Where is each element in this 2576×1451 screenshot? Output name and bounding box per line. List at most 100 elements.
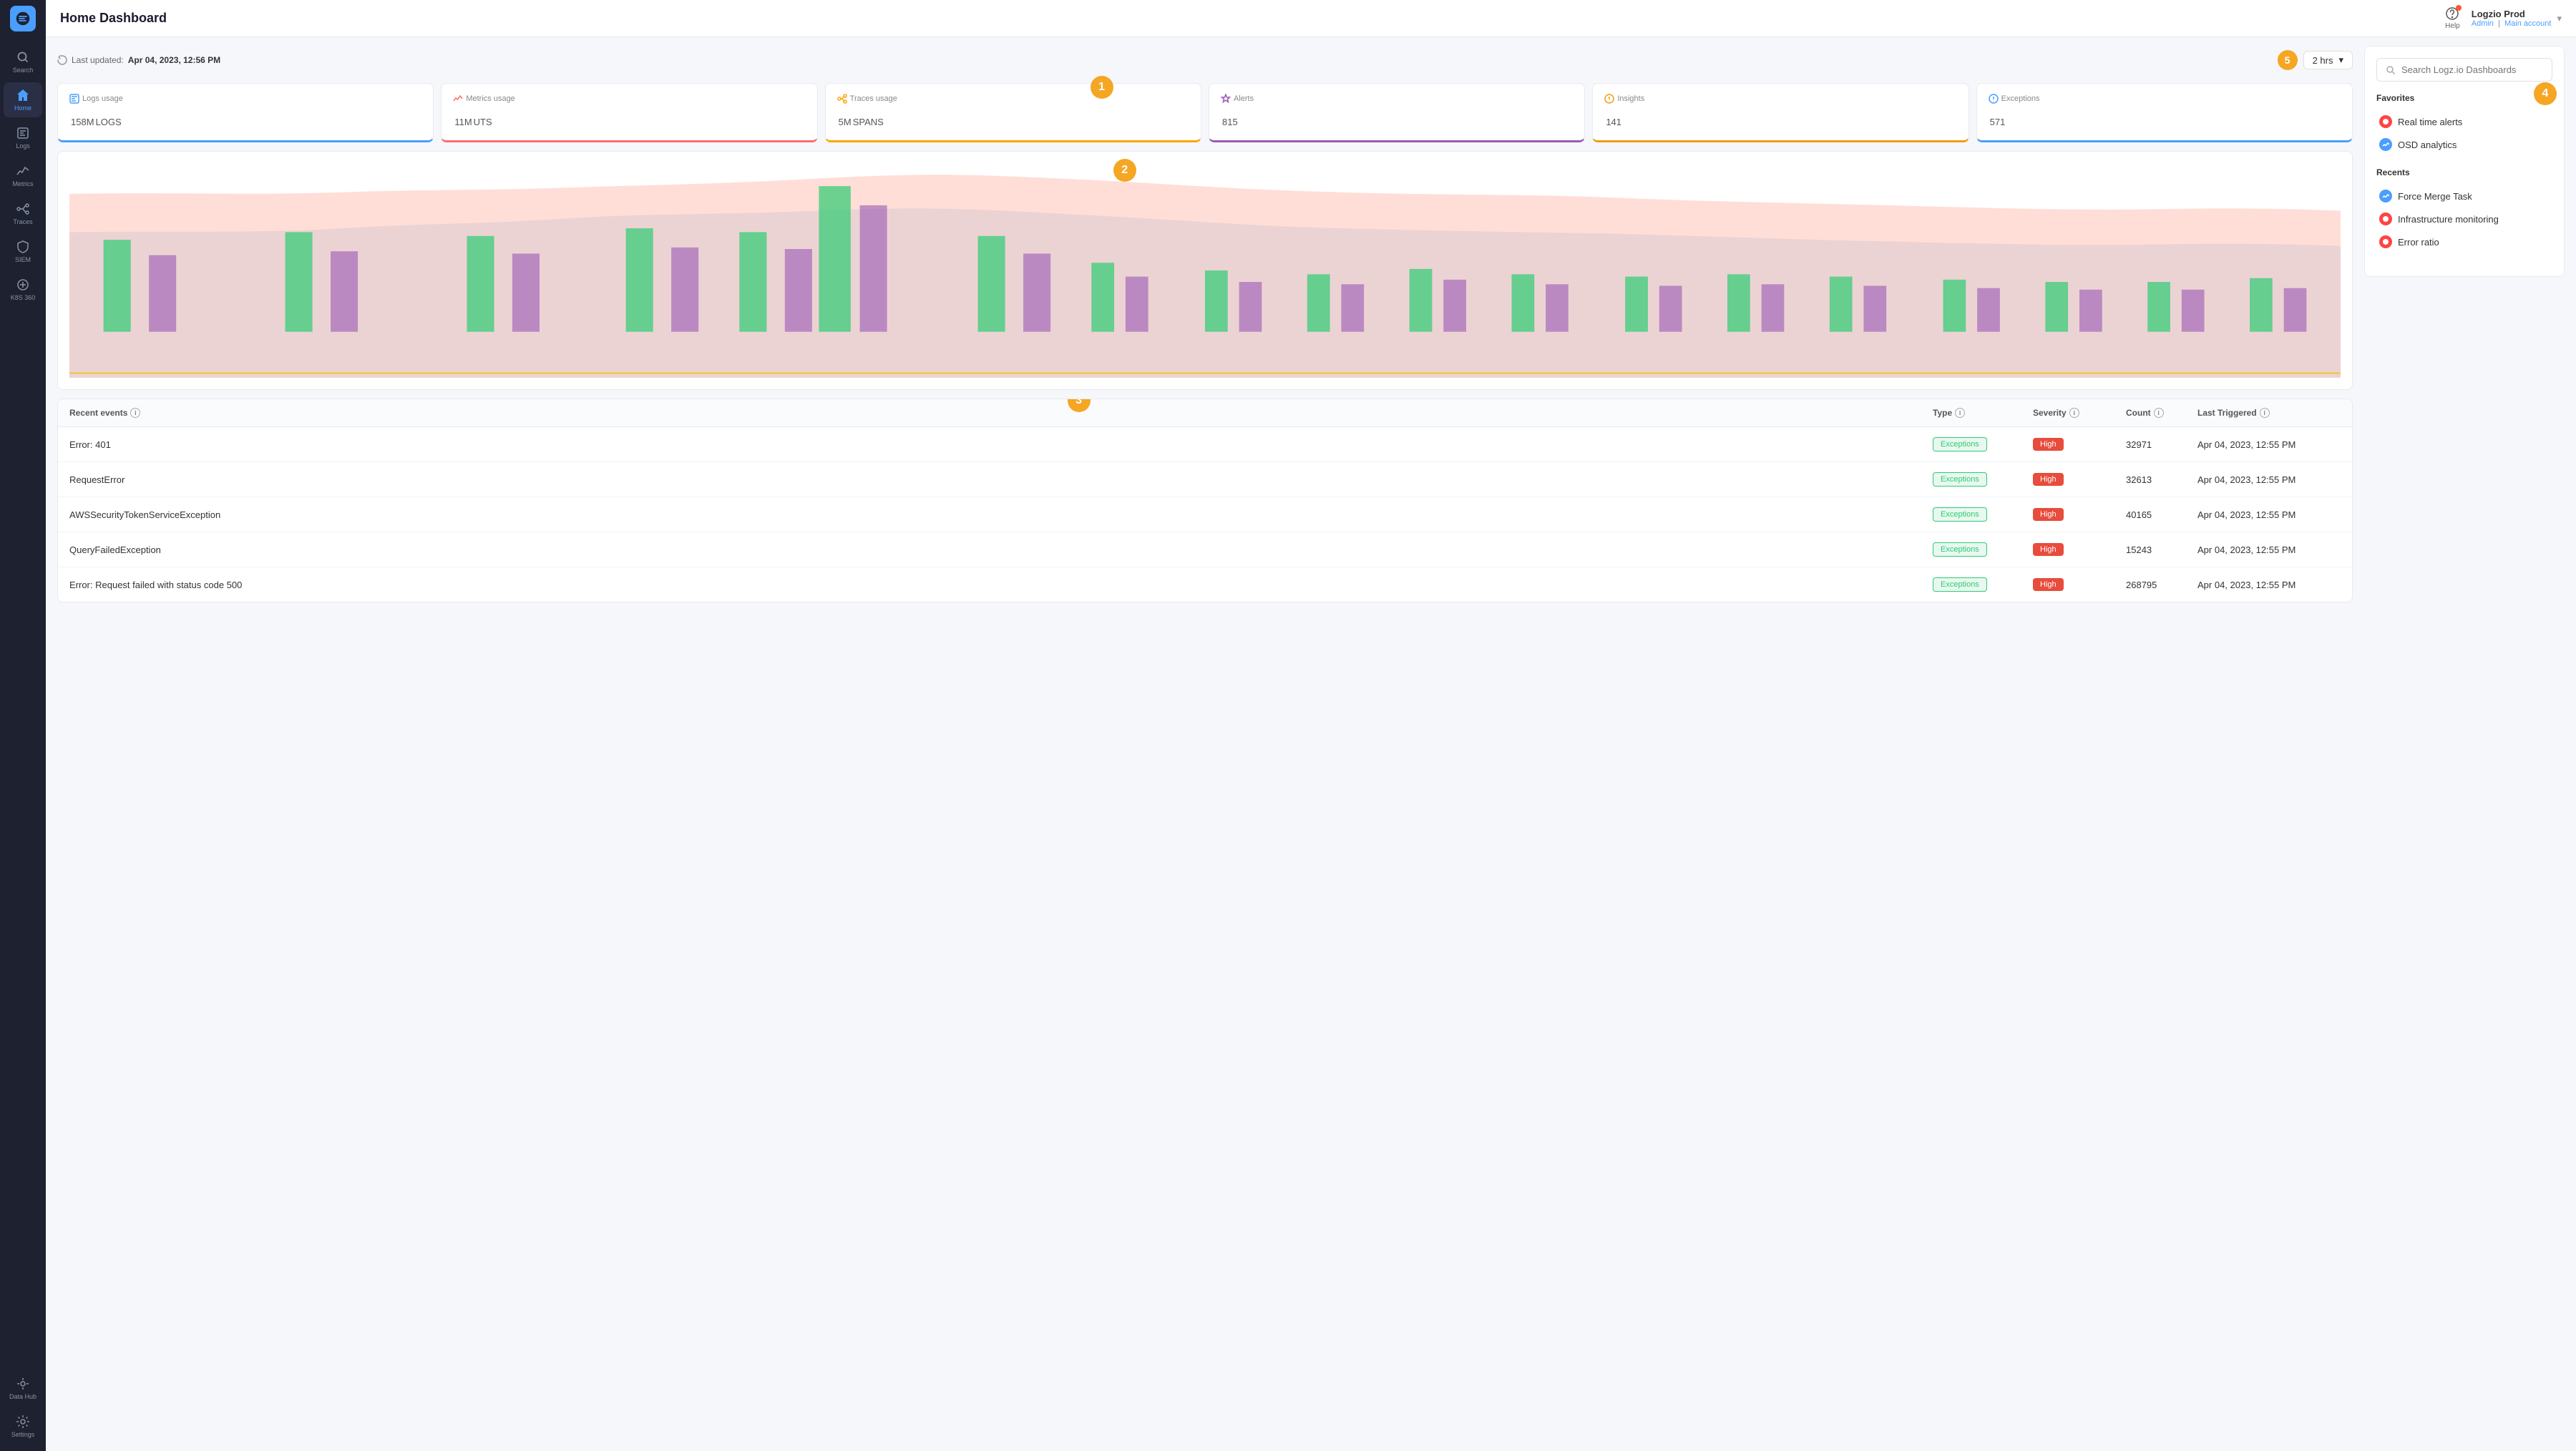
logs-usage-label: Logs usage bbox=[82, 94, 123, 103]
logs-unit: LOGS bbox=[96, 117, 122, 127]
logs-value: 158MLOGS bbox=[69, 108, 421, 130]
severity-badge: High bbox=[2033, 473, 2064, 486]
user-meta: Admin | Main account bbox=[2472, 19, 2552, 28]
table-header: Recent events i Type i Severity i Count … bbox=[58, 399, 2352, 427]
recent-events-info-icon[interactable]: i bbox=[130, 408, 140, 418]
last-updated-label: Last updated: bbox=[72, 55, 124, 65]
event-type: Exceptions bbox=[1933, 507, 2033, 522]
sidebar-item-settings[interactable]: Settings bbox=[4, 1409, 42, 1444]
insights-icon bbox=[1604, 94, 1614, 104]
metric-cards: Logs usage 158MLOGS Metrics usage 11MUTS bbox=[57, 83, 2353, 142]
tutorial-badge-5a: 5 bbox=[2278, 50, 2298, 70]
event-name: Error: Request failed with status code 5… bbox=[69, 580, 1933, 590]
metric-label-insights: Insights bbox=[1604, 94, 1956, 104]
dashboard-item-real-time-alerts[interactable]: Real time alerts bbox=[2376, 110, 2552, 133]
col-triggered: Last Triggered i bbox=[2197, 408, 2341, 418]
dashboard-item-force-merge[interactable]: Force Merge Task bbox=[2376, 185, 2552, 207]
event-type: Exceptions bbox=[1933, 472, 2033, 487]
dashboard-search-input[interactable] bbox=[2401, 64, 2543, 75]
sidebar-item-k8s[interactable]: K8S 360 bbox=[4, 272, 42, 307]
help-label: Help bbox=[2445, 22, 2460, 30]
severity-badge: High bbox=[2033, 438, 2064, 451]
alerts-value: 815 bbox=[1221, 108, 1573, 130]
exceptions-label: Exceptions bbox=[2001, 94, 2040, 103]
sidebar-item-search[interactable]: Search bbox=[4, 44, 42, 79]
insights-num: 141 bbox=[1606, 117, 1621, 127]
sub-header: Last updated: Apr 04, 2023, 12:56 PM 5 2… bbox=[57, 46, 2353, 74]
metric-label-traces: Traces usage bbox=[837, 94, 1189, 104]
notification-dot bbox=[2456, 5, 2462, 11]
dashboard-item-error-ratio[interactable]: Error ratio bbox=[2376, 230, 2552, 253]
topbar: Home Dashboard Help Logzio Prod Admin | bbox=[46, 0, 2576, 37]
event-triggered: Apr 04, 2023, 12:55 PM bbox=[2197, 439, 2341, 450]
search-icon bbox=[2386, 65, 2396, 75]
time-filter[interactable]: 2 hrs ▾ bbox=[2303, 51, 2353, 69]
merge-icon bbox=[2382, 192, 2389, 200]
sidebar-item-metrics[interactable]: Metrics bbox=[4, 158, 42, 193]
metrics-num: 11M bbox=[454, 117, 472, 127]
last-updated-value: Apr 04, 2023, 12:56 PM bbox=[128, 55, 220, 65]
help-button[interactable]: Help bbox=[2445, 6, 2460, 30]
event-count: 15243 bbox=[2126, 544, 2197, 555]
force-merge-label: Force Merge Task bbox=[2398, 191, 2472, 202]
sidebar-item-home[interactable]: Home bbox=[4, 82, 42, 117]
dashboard-item-infrastructure[interactable]: Infrastructure monitoring bbox=[2376, 207, 2552, 230]
metric-card-traces: Traces usage 5MSPANS bbox=[825, 83, 1201, 142]
infra-icon bbox=[2382, 215, 2389, 223]
tutorial-badge-1: 1 bbox=[1091, 76, 1113, 99]
sidebar-item-settings-label: Settings bbox=[11, 1431, 35, 1438]
refresh-icon bbox=[57, 55, 67, 65]
alerts-num: 815 bbox=[1222, 117, 1238, 127]
metrics-usage-label: Metrics usage bbox=[466, 94, 514, 103]
event-count: 32613 bbox=[2126, 474, 2197, 485]
event-triggered: Apr 04, 2023, 12:55 PM bbox=[2197, 474, 2341, 485]
type-badge: Exceptions bbox=[1933, 472, 1987, 487]
user-info: Logzio Prod Admin | Main account bbox=[2472, 9, 2552, 28]
triggered-info-icon[interactable]: i bbox=[2260, 408, 2270, 418]
sidebar-item-siem[interactable]: SIEM bbox=[4, 234, 42, 269]
metric-card-alerts: Alerts 815 bbox=[1209, 83, 1585, 142]
severity-info-icon[interactable]: i bbox=[2069, 408, 2079, 418]
sidebar-item-datahub[interactable]: Data Hub bbox=[4, 1371, 42, 1406]
sidebar-item-logs-label: Logs bbox=[16, 142, 30, 150]
logs-icon bbox=[69, 94, 79, 104]
user-dropdown[interactable]: Logzio Prod Admin | Main account ▾ bbox=[2472, 9, 2562, 28]
count-info-icon[interactable]: i bbox=[2154, 408, 2164, 418]
recents-section: Recents Force Merge Task Infrastructure … bbox=[2376, 167, 2552, 253]
severity-badge: High bbox=[2033, 578, 2064, 591]
search-box[interactable] bbox=[2376, 58, 2552, 82]
alert-icon bbox=[2382, 118, 2389, 125]
col-count: Count i bbox=[2126, 408, 2197, 418]
col-name: Recent events i bbox=[69, 408, 1933, 418]
chart-area: 2 bbox=[57, 151, 2353, 390]
metric-card-insights: Insights 141 bbox=[1592, 83, 1968, 142]
table-row: Error: 401 Exceptions High 32971 Apr 04,… bbox=[58, 427, 2352, 462]
page-title: Home Dashboard bbox=[60, 11, 2445, 26]
user-name: Logzio Prod bbox=[2472, 9, 2552, 19]
events-table: 3 Recent events i Type i Severity i Coun… bbox=[57, 399, 2353, 602]
left-panel: Last updated: Apr 04, 2023, 12:56 PM 5 2… bbox=[57, 46, 2353, 1442]
sidebar-item-logs[interactable]: Logs bbox=[4, 120, 42, 155]
topbar-right: Help Logzio Prod Admin | Main account ▾ bbox=[2445, 6, 2562, 30]
app-logo bbox=[10, 6, 36, 31]
table-row: QueryFailedException Exceptions High 152… bbox=[58, 532, 2352, 567]
user-account: Main account bbox=[2504, 19, 2551, 28]
error-ratio-icon bbox=[2379, 235, 2392, 248]
alerts-label: Alerts bbox=[1234, 94, 1254, 103]
right-panel: 4 Favorites Real time alerts bbox=[2364, 46, 2565, 1442]
main-area: Home Dashboard Help Logzio Prod Admin | bbox=[46, 0, 2576, 1451]
usage-chart: 12.5M 10M 7.5M 5M 2.5M 0 11:00 11:10 11:… bbox=[69, 163, 2341, 378]
event-severity: High bbox=[2033, 473, 2126, 486]
type-badge: Exceptions bbox=[1933, 507, 1987, 522]
event-type: Exceptions bbox=[1933, 577, 2033, 592]
sidebar-item-traces[interactable]: Traces bbox=[4, 196, 42, 231]
type-badge: Exceptions bbox=[1933, 542, 1987, 557]
dashboard-item-osd-analytics[interactable]: OSD analytics bbox=[2376, 133, 2552, 156]
osd-analytics-label: OSD analytics bbox=[2398, 140, 2457, 150]
infrastructure-icon bbox=[2379, 212, 2392, 225]
traces-usage-label: Traces usage bbox=[850, 94, 897, 103]
event-triggered: Apr 04, 2023, 12:55 PM bbox=[2197, 509, 2341, 520]
type-info-icon[interactable]: i bbox=[1955, 408, 1965, 418]
metric-label-alerts: Alerts bbox=[1221, 94, 1573, 104]
insights-label: Insights bbox=[1617, 94, 1644, 103]
